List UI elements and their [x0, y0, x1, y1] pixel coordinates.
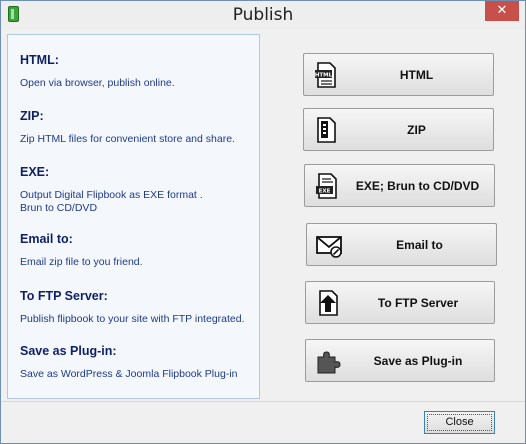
focus-indicator	[427, 414, 492, 431]
section-title: Email to:	[20, 232, 73, 246]
section-title: Save as Plug-in:	[20, 344, 117, 358]
html-icon-text: HTML	[315, 73, 333, 79]
ftp-upload-icon	[319, 290, 338, 316]
section-title: To FTP Server:	[20, 289, 108, 303]
description-panel: HTML: Open via browser, publish online. …	[7, 34, 260, 399]
section-exe: EXE: Output Digital Flipbook as EXE form…	[20, 165, 203, 215]
section-zip: ZIP: Zip HTML files for convenient store…	[20, 109, 235, 146]
section-title: EXE:	[20, 165, 50, 179]
section-description: Output Digital Flipbook as EXE format . …	[20, 189, 203, 214]
email-button[interactable]: Email to	[306, 223, 497, 266]
zip-button[interactable]: ZIP	[303, 108, 494, 151]
section-email: Email to: Email zip file to you friend.	[20, 232, 143, 269]
section-title: HTML:	[20, 53, 59, 67]
close-button[interactable]: Close	[424, 411, 495, 434]
exe-document-icon: EXE	[316, 173, 337, 199]
section-html: HTML: Open via browser, publish online.	[20, 53, 175, 90]
publish-dialog: Publish ✕ HTML: Open via browser, publis…	[0, 0, 526, 444]
section-description: Email zip file to you friend.	[20, 256, 143, 268]
save-plugin-button[interactable]: Save as Plug-in	[305, 339, 495, 382]
html-button-label: HTML	[399, 67, 434, 82]
ftp-button[interactable]: To FTP Server	[305, 281, 495, 324]
section-title: ZIP:	[20, 109, 44, 123]
window-title: Publish	[232, 5, 294, 25]
section-description: Publish flipbook to your site with FTP i…	[20, 313, 245, 325]
exe-button[interactable]: EXE EXE; Brun to CD/DVD	[304, 164, 495, 207]
exe-icon-text: EXE	[319, 189, 331, 195]
exe-button-label: EXE; Brun to CD/DVD	[355, 178, 480, 193]
footer-divider	[1, 401, 525, 402]
puzzle-plugin-icon	[317, 351, 341, 374]
section-description: Zip HTML files for convenient store and …	[20, 133, 235, 145]
title-bar[interactable]: Publish ✕	[1, 1, 525, 29]
section-description: Open via browser, publish online.	[20, 77, 175, 89]
email-envelope-icon	[316, 236, 342, 258]
zip-document-icon	[317, 117, 336, 143]
section-plugin: Save as Plug-in: Save as WordPress & Joo…	[20, 344, 238, 381]
section-description: Save as WordPress & Joomla Flipbook Plug…	[20, 368, 238, 380]
email-button-label: Email to	[396, 237, 443, 252]
html-document-icon: HTML	[315, 62, 336, 88]
ftp-button-label: To FTP Server	[377, 295, 459, 310]
section-ftp: To FTP Server: Publish flipbook to your …	[20, 289, 245, 326]
zip-button-label: ZIP	[407, 122, 426, 137]
window-close-button[interactable]: ✕	[485, 1, 519, 21]
html-button[interactable]: HTML HTML	[303, 53, 494, 96]
save-plugin-button-label: Save as Plug-in	[373, 353, 463, 368]
